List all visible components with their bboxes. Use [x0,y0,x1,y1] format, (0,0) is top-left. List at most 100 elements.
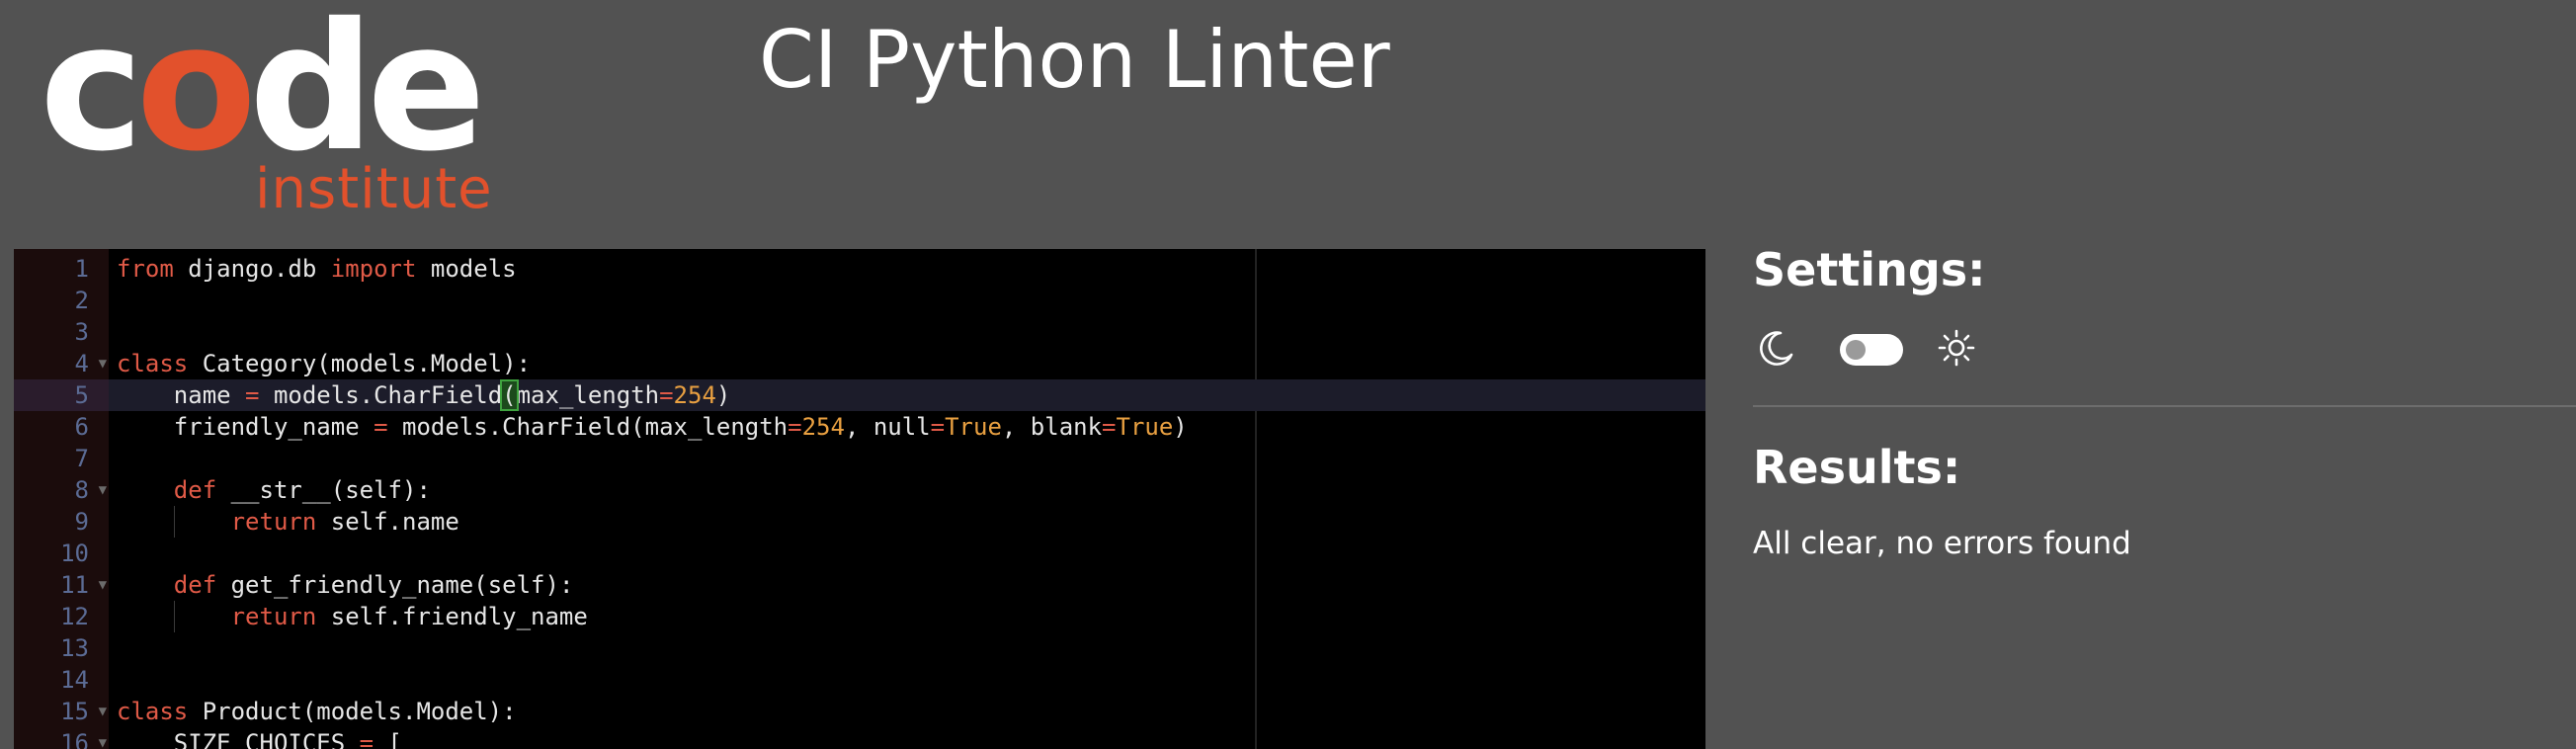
code-token: models [416,255,517,283]
code-line[interactable]: 9 return self.name [14,506,1705,538]
code-line[interactable]: 7 [14,443,1705,474]
line-number-cell: 8 ▼ [14,474,109,506]
line-number-cell: 12 [14,601,109,632]
line-number-cell: 5 [14,379,109,411]
code-institute-logo: code institute [40,0,492,217]
code-token: django.db [173,255,331,283]
line-number-cell: 1 [14,253,109,285]
theme-toggle[interactable] [1840,334,1903,366]
code-token: , null [844,413,931,441]
code-line[interactable]: 10 [14,538,1705,569]
code-line[interactable]: 14 [14,664,1705,696]
code-line[interactable]: 1 from django.db import models [14,253,1705,285]
line-number: 15 [60,698,89,725]
line-number-cell: 9 [14,506,109,538]
keyword-token: return [230,508,317,536]
line-number: 7 [74,445,89,472]
code-text: from django.db import models [117,253,517,285]
line-number: 13 [60,634,89,662]
keyword-token: def [173,571,217,599]
section-divider [1753,405,2576,407]
sun-icon[interactable] [1937,328,1976,368]
matched-bracket: ( [500,379,519,411]
fold-arrow-icon[interactable]: ▼ [99,474,107,506]
fold-arrow-icon[interactable]: ▼ [99,696,107,727]
operator-token: = [359,729,374,749]
line-number: 10 [60,540,89,567]
line-number: 2 [74,287,89,314]
logo-letter-o: o [135,0,257,190]
fold-arrow-icon[interactable]: ▼ [99,569,107,601]
operator-token: = [930,413,946,441]
code-text: return self.name [117,506,459,538]
moon-icon[interactable] [1757,328,1796,368]
line-number-cell: 14 [14,664,109,696]
settings-heading: Settings: [1753,243,1986,296]
code-token: , blank [1001,413,1103,441]
keyword-token: def [173,476,217,504]
results-message: All clear, no errors found [1753,526,2131,561]
code-text: friendly_name = models.CharField(max_len… [117,411,1188,443]
code-token: Category(models.Model): [188,350,532,377]
fold-arrow-icon[interactable]: ▼ [99,727,107,749]
toggle-knob [1846,340,1866,360]
side-panel: Settings: Results: All clear, no errors … [1753,243,2576,749]
code-token: name [117,381,246,409]
line-number: 12 [60,603,89,630]
code-line[interactable]: 8 ▼ def __str__(self): [14,474,1705,506]
line-number: 9 [74,508,89,536]
code-line[interactable]: 13 [14,632,1705,664]
operator-token: = [659,381,674,409]
code-line[interactable]: 11 ▼ def get_friendly_name(self): [14,569,1705,601]
code-token: SIZE_CHOICES [117,729,360,749]
code-text: def get_friendly_name(self): [117,569,574,601]
code-text: name = models.CharField(max_length=254) [117,379,730,411]
results-heading: Results: [1753,441,1961,494]
line-number-cell: 15 ▼ [14,696,109,727]
code-line[interactable]: 16 ▼ SIZE_CHOICES = [ [14,727,1705,749]
code-token: get_friendly_name(self): [216,571,574,599]
code-line[interactable]: 3 [14,316,1705,348]
operator-token: = [374,413,388,441]
code-line[interactable]: 15 ▼ class Product(models.Model): [14,696,1705,727]
line-number: 11 [60,571,89,599]
code-token: friendly_name [117,413,374,441]
line-number-cell: 2 [14,285,109,316]
line-number-cell: 3 [14,316,109,348]
code-token: [ [374,729,402,749]
fold-arrow-icon[interactable]: ▼ [99,348,107,379]
line-number-cell: 7 [14,443,109,474]
code-token: Product(models.Model): [188,698,517,725]
code-line[interactable]: 12 return self.friendly_name [14,601,1705,632]
code-line[interactable]: 6 friendly_name = models.CharField(max_l… [14,411,1705,443]
logo-wordmark: code [40,0,486,176]
line-number-cell: 6 [14,411,109,443]
line-number: 8 [74,476,89,504]
code-text: class Category(models.Model): [117,348,531,379]
line-number: 6 [74,413,89,441]
line-number: 14 [60,666,89,694]
code-text: SIZE_CHOICES = [ [117,727,402,749]
number-token: 254 [801,413,845,441]
operator-token: = [245,381,260,409]
line-number-cell: 13 [14,632,109,664]
line-number: 1 [74,255,89,283]
code-line[interactable]: 2 [14,285,1705,316]
line-number-cell: 10 [14,538,109,569]
code-token: __str__(self): [216,476,431,504]
keyword-token: from [117,255,174,283]
code-editor[interactable]: 1 from django.db import models 2 3 4 ▼ cl… [14,249,1705,749]
page-title: CI Python Linter [759,14,1390,106]
keyword-token: class [117,698,189,725]
line-number-cell: 4 ▼ [14,348,109,379]
code-token: self.friendly_name [316,603,588,630]
code-token: ) [1173,413,1188,441]
keyword-token: return [230,603,317,630]
code-token: models.CharField [259,381,503,409]
keyword-token: class [117,350,189,377]
boolean-token: True [1116,413,1174,441]
active-code-line[interactable]: 5 name = models.CharField(max_length=254… [14,379,1705,411]
code-line[interactable]: 4 ▼ class Category(models.Model): [14,348,1705,379]
code-token: ) [715,381,731,409]
